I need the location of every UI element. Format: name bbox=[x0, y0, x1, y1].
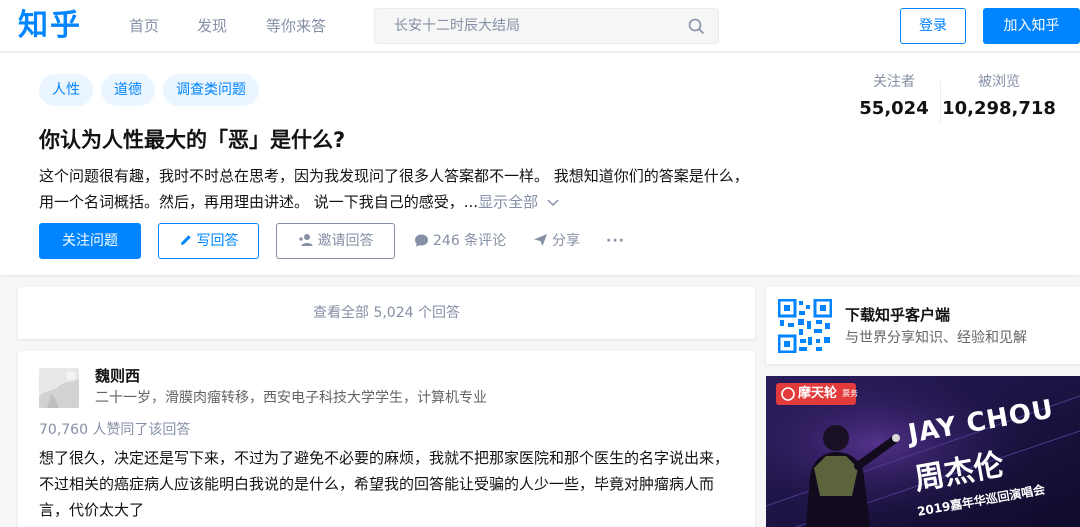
views-label: 被浏览 bbox=[978, 74, 1020, 90]
topic-tag-morality[interactable]: 道德 bbox=[101, 74, 155, 106]
avatar-image bbox=[39, 368, 79, 408]
views-count: 10,298,718 bbox=[942, 98, 1056, 119]
write-answer-button[interactable]: 写回答 bbox=[158, 223, 259, 259]
followers-label: 关注者 bbox=[873, 74, 915, 90]
share-label: 分享 bbox=[552, 233, 580, 249]
question-header: 人性 道德 调查类问题 关注者 55,024 被浏览 10,298,718 你认… bbox=[0, 53, 1080, 275]
view-all-answers-button[interactable]: 查看全部 5,024 个回答 bbox=[18, 287, 755, 339]
nav-explore[interactable]: 发现 bbox=[197, 15, 227, 37]
app-card-title: 下载知乎客户端 bbox=[845, 306, 951, 324]
login-button[interactable]: 登录 bbox=[900, 8, 966, 44]
chevron-down-icon bbox=[547, 198, 559, 206]
topic-tag-survey[interactable]: 调查类问题 bbox=[163, 74, 259, 106]
app-card-subtitle: 与世界分享知识、经验和见解 bbox=[845, 330, 1027, 346]
show-all-label: 显示全部 bbox=[478, 193, 539, 211]
zhihu-logo[interactable]: 知乎 bbox=[18, 6, 82, 46]
add-user-icon bbox=[298, 234, 312, 246]
concert-ad-banner[interactable]: 摩天轮 票务 JAY CHOU 周杰伦 2019嘉年华巡回演唱会 bbox=[766, 376, 1080, 527]
invite-answer-button[interactable]: 邀请回答 bbox=[276, 223, 395, 259]
question-description-text: 这个问题很有趣，我时不时总在思考，因为我发现问了很多人答案都不一样。 我想知道你… bbox=[39, 167, 749, 211]
nav-home[interactable]: 首页 bbox=[129, 15, 159, 37]
topic-tag-humanity[interactable]: 人性 bbox=[39, 74, 93, 106]
follow-question-button[interactable]: 关注问题 bbox=[39, 223, 141, 259]
top-header: 知乎 首页 发现 等你来答 登录 加入知乎 bbox=[0, 0, 1080, 52]
pencil-icon bbox=[180, 235, 191, 245]
topic-tags: 人性 道德 调查类问题 bbox=[39, 74, 259, 106]
invite-answer-label: 邀请回答 bbox=[317, 233, 374, 249]
download-app-card[interactable]: 下载知乎客户端 与世界分享知识、经验和见解 bbox=[766, 287, 1080, 364]
author-bio: 二十一岁，滑膜肉瘤转移，西安电子科技大学学生，计算机专业 bbox=[95, 390, 487, 406]
show-all-link[interactable]: 显示全部 bbox=[478, 193, 559, 211]
search-box bbox=[374, 8, 719, 44]
answer-content[interactable]: 想了很久，决定还是写下来，不过为了避免不必要的麻烦，我就不把那家医院和那个医生的… bbox=[39, 445, 739, 523]
answer-card: 魏则西 二十一岁，滑膜肉瘤转移，西安电子科技大学学生，计算机专业 70,760 … bbox=[18, 351, 755, 527]
nav-waiting-answers[interactable]: 等你来答 bbox=[266, 15, 326, 37]
question-stats: 关注者 55,024 被浏览 10,298,718 bbox=[848, 71, 1063, 127]
vote-count[interactable]: 70,760 人赞同了该回答 bbox=[39, 419, 190, 441]
join-button[interactable]: 加入知乎 bbox=[983, 8, 1080, 44]
more-options-button[interactable]: ··· bbox=[606, 223, 625, 259]
qr-code-icon bbox=[778, 299, 832, 353]
share-button[interactable]: 分享 bbox=[533, 223, 580, 259]
write-answer-label: 写回答 bbox=[196, 233, 239, 249]
share-icon bbox=[534, 234, 547, 246]
comment-icon bbox=[415, 234, 428, 247]
question-title: 你认为人性最大的「恶」是什么? bbox=[39, 128, 346, 152]
ad-brand: 摩天轮 bbox=[798, 386, 838, 401]
comments-button[interactable]: 246 条评论 bbox=[414, 223, 506, 259]
ad-brand-sub: 票务 bbox=[842, 389, 858, 398]
author-name[interactable]: 魏则西 bbox=[95, 365, 140, 387]
avatar[interactable] bbox=[39, 368, 79, 408]
views-stat: 被浏览 10,298,718 bbox=[941, 71, 1057, 123]
question-description: 这个问题很有趣，我时不时总在思考，因为我发现问了很多人答案都不一样。 我想知道你… bbox=[39, 163, 754, 215]
search-input[interactable] bbox=[375, 9, 675, 43]
followers-stat[interactable]: 关注者 55,024 bbox=[848, 71, 940, 123]
comments-label: 246 条评论 bbox=[433, 233, 507, 249]
search-icon[interactable] bbox=[688, 18, 704, 34]
followers-count: 55,024 bbox=[859, 98, 929, 119]
